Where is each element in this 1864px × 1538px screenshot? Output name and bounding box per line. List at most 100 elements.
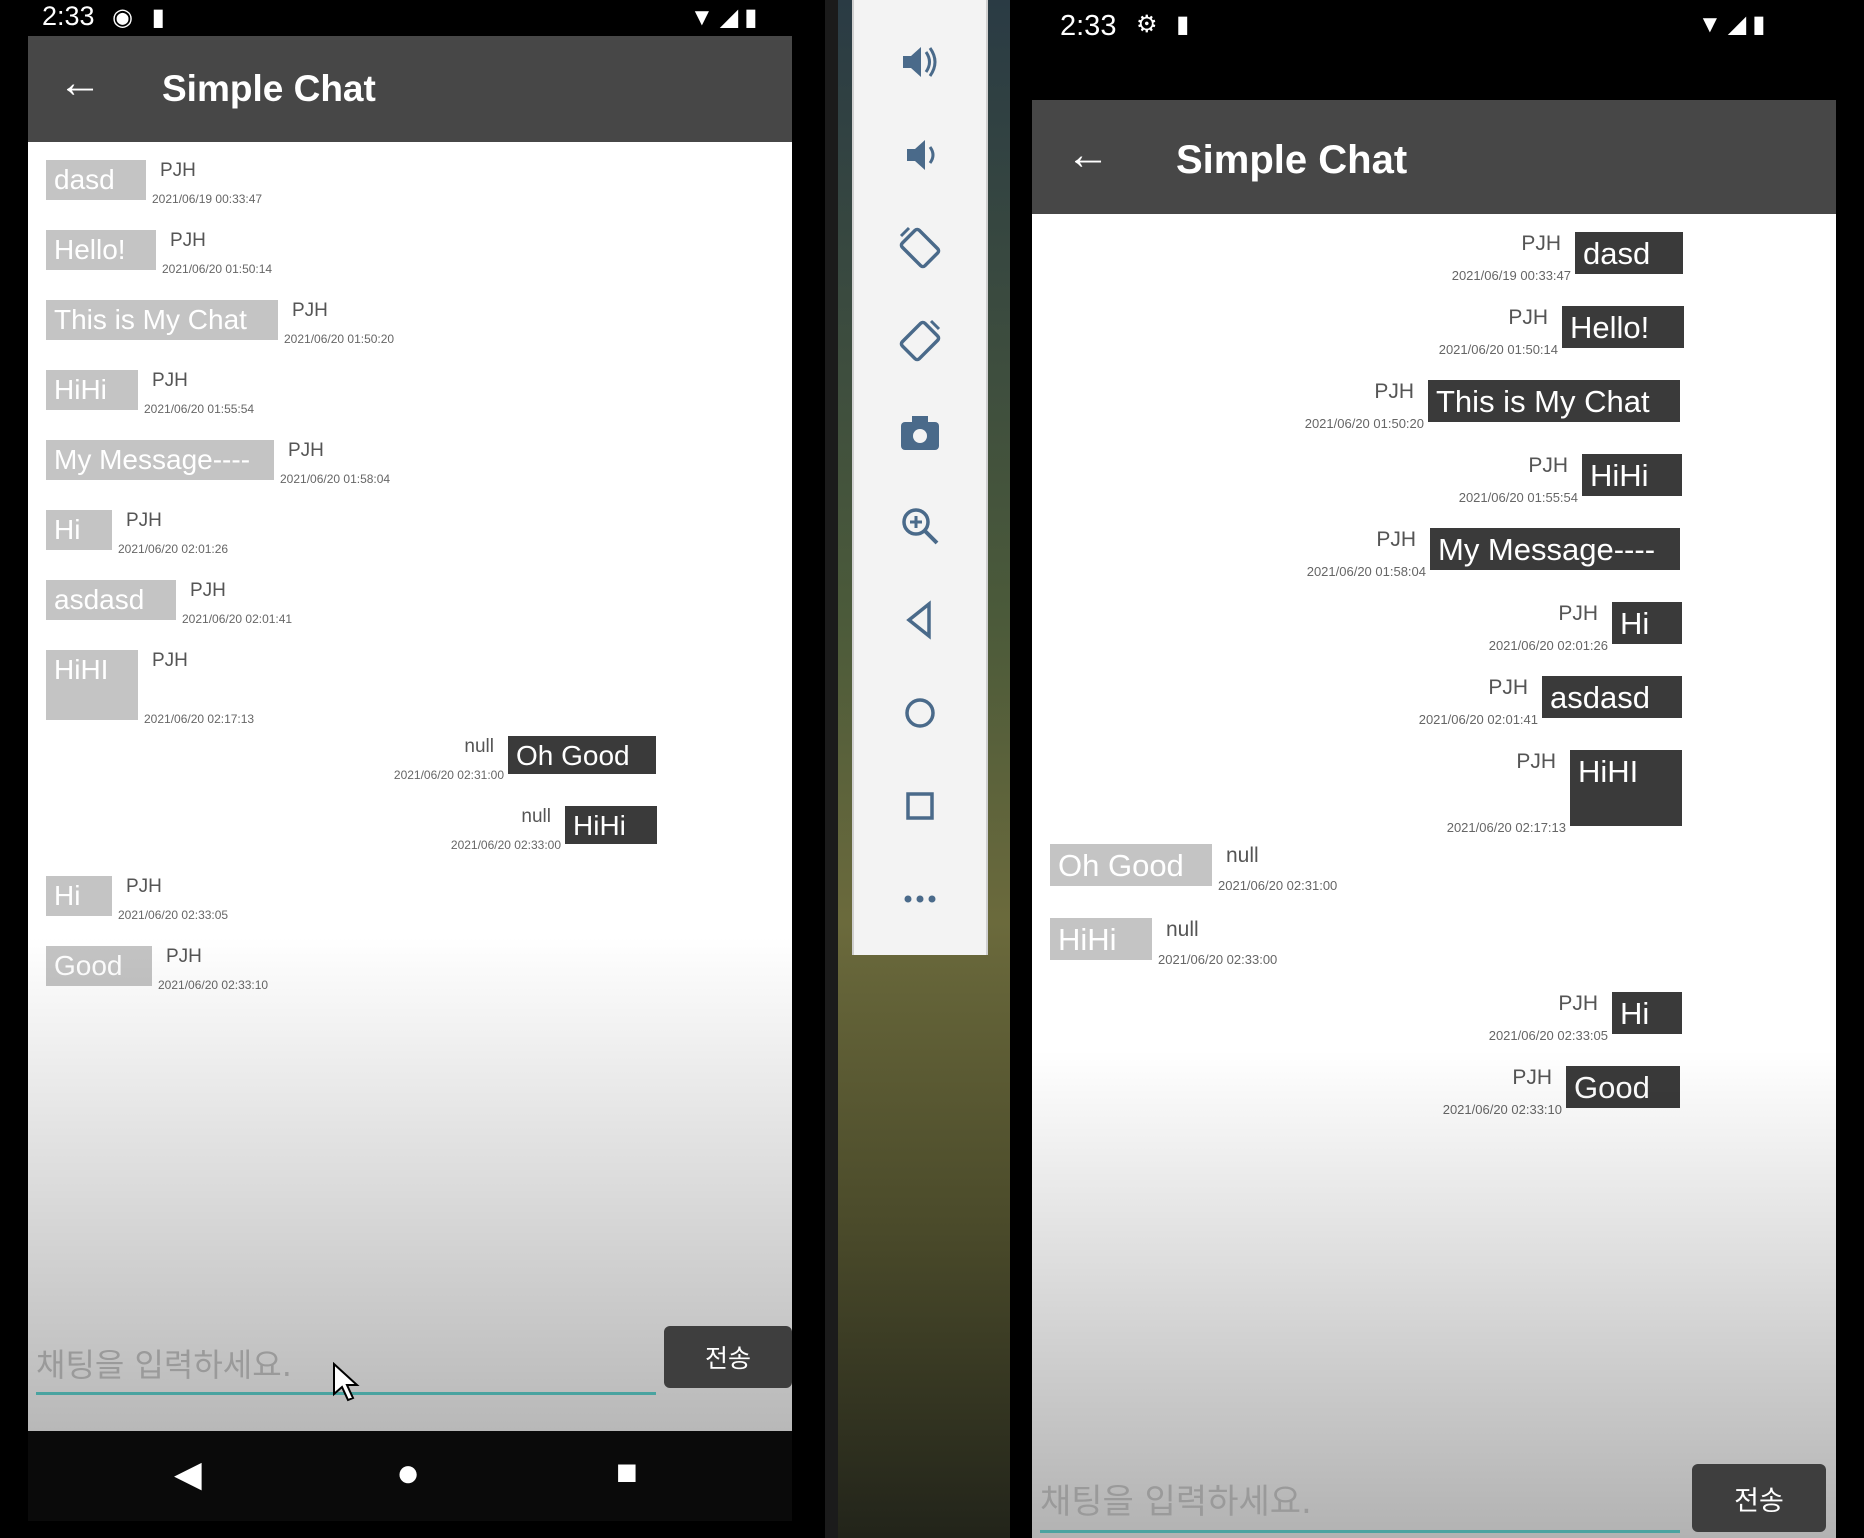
more-icon[interactable] (854, 864, 986, 934)
message-row: Hi PJH 2021/06/20 02:01:26 (1032, 602, 1836, 668)
home-icon[interactable] (854, 678, 986, 748)
message-bubble: HiHi (565, 806, 657, 844)
message-timestamp: 2021/06/20 01:50:14 (1438, 342, 1558, 357)
message-timestamp: 2021/06/20 02:33:00 (450, 838, 561, 852)
message-timestamp: 2021/06/20 02:01:41 (182, 612, 293, 626)
message-sender: PJH (292, 300, 328, 321)
message-timestamp: 2021/06/20 02:01:26 (1488, 638, 1608, 653)
status-bar: 2:33 ◉ ▮ ▼◢▮ (0, 0, 825, 36)
nav-home-icon[interactable]: ● (396, 1451, 420, 1496)
chat-input[interactable] (1040, 1474, 1680, 1533)
status-right-icons: ▼◢▮ (1698, 11, 1772, 38)
message-sender: null (521, 806, 551, 827)
app-bar: ← Simple Chat (1032, 100, 1836, 214)
message-timestamp: 2021/06/20 02:31:00 (393, 768, 504, 782)
message-bubble: dasd (46, 160, 146, 200)
message-sender: null (464, 736, 494, 757)
message-bubble: Good (46, 946, 152, 986)
message-timestamp: 2021/06/19 00:33:47 (152, 192, 263, 206)
message-bubble: Hello! (1562, 306, 1684, 348)
rotate-right-icon[interactable] (854, 306, 986, 376)
right-device: 2:33 ⚙ ▮ ▼◢▮ ← Simple Chat dasd PJH 2021/0… (1010, 0, 1864, 1538)
message-bubble: Oh Good (1050, 844, 1212, 886)
message-sender: PJH (170, 230, 206, 251)
message-row: This is My Chat PJH 2021/06/20 01:50:20 (1032, 380, 1836, 446)
message-sender: PJH (1508, 306, 1548, 329)
message-row: Oh Good null 2021/06/20 02:31:00 (28, 736, 792, 798)
message-sender: PJH (126, 876, 162, 897)
message-sender: PJH (160, 160, 196, 181)
message-row: dasd PJH 2021/06/19 00:33:47 (28, 160, 792, 224)
message-row: asdasd PJH 2021/06/20 02:01:41 (1032, 676, 1836, 742)
emulator-toolbar (852, 0, 988, 955)
message-bubble: Hi (46, 876, 112, 916)
message-row: Hi PJH 2021/06/20 02:33:05 (28, 876, 792, 940)
message-sender: null (1226, 844, 1259, 867)
app-title: Simple Chat (1176, 138, 1408, 182)
message-timestamp: 2021/06/20 02:01:26 (118, 542, 229, 556)
message-row: Good PJH 2021/06/20 02:33:10 (28, 946, 792, 1010)
message-timestamp: 2021/06/20 01:50:20 (1304, 416, 1424, 431)
message-bubble: Hi (1612, 992, 1682, 1034)
chat-list[interactable]: dasd PJH 2021/06/19 00:33:47 Hello! PJH 2021/… (1032, 214, 1836, 1414)
message-timestamp: 2021/06/20 02:33:10 (1442, 1102, 1562, 1117)
message-row: HiHi null 2021/06/20 02:33:00 (28, 806, 792, 868)
message-timestamp: 2021/06/20 02:33:05 (1488, 1028, 1608, 1043)
zoom-icon[interactable] (854, 492, 986, 562)
message-sender: PJH (1512, 1066, 1552, 1089)
message-bubble: HiHi (1582, 454, 1682, 496)
message-sender: PJH (152, 370, 188, 391)
status-left-icons: ◉ ▮ (112, 4, 171, 31)
volume-down-icon[interactable] (854, 120, 986, 190)
back-icon[interactable] (854, 585, 986, 655)
message-row: asdasd PJH 2021/06/20 02:01:41 (28, 580, 792, 644)
nav-back-icon[interactable]: ◀ (174, 1453, 202, 1495)
message-bubble: My Message---- (1430, 528, 1680, 570)
message-timestamp: 2021/06/20 01:58:04 (280, 472, 391, 486)
send-button[interactable]: 전송 (1692, 1464, 1826, 1532)
message-timestamp: 2021/06/20 02:33:05 (118, 908, 229, 922)
nav-overview-icon[interactable]: ■ (616, 1451, 638, 1493)
message-timestamp: 2021/06/20 01:58:04 (1306, 564, 1426, 579)
message-timestamp: 2021/06/20 02:33:10 (158, 978, 269, 992)
volume-up-icon[interactable] (854, 27, 986, 97)
app-bar: ← Simple Chat (28, 36, 792, 142)
message-bubble: Hello! (46, 230, 156, 270)
message-bubble: asdasd (1542, 676, 1682, 718)
message-timestamp: 2021/06/19 00:33:47 (1451, 268, 1571, 283)
back-arrow-icon[interactable]: ← (58, 58, 102, 108)
navigation-bar: ◀ ● ■ (28, 1431, 792, 1521)
message-bubble: This is My Chat (1428, 380, 1680, 422)
message-timestamp: 2021/06/20 02:33:00 (1158, 952, 1278, 967)
message-timestamp: 2021/06/20 02:17:13 (144, 712, 255, 726)
send-button[interactable]: 전송 (664, 1326, 792, 1388)
message-sender: PJH (1521, 232, 1561, 255)
message-row: My Message---- PJH 2021/06/20 01:58:04 (1032, 528, 1836, 594)
message-sender: PJH (190, 580, 226, 601)
rotate-left-icon[interactable] (854, 213, 986, 283)
message-row: Hi PJH 2021/06/20 02:33:05 (1032, 992, 1836, 1058)
input-area: 전송 (1032, 1460, 1836, 1538)
message-sender: PJH (1516, 750, 1556, 773)
message-bubble: This is My Chat (46, 300, 278, 340)
overview-icon[interactable] (854, 771, 986, 841)
message-timestamp: 2021/06/20 01:55:54 (144, 402, 255, 416)
message-timestamp: 2021/06/20 02:31:00 (1218, 878, 1338, 893)
message-bubble: HiHi (1050, 918, 1152, 960)
message-sender: null (1166, 918, 1199, 941)
message-row: HiHI PJH 2021/06/20 02:17:13 (1032, 750, 1836, 850)
camera-icon[interactable] (854, 399, 986, 469)
message-sender: PJH (1558, 602, 1598, 625)
message-sender: PJH (126, 510, 162, 531)
back-arrow-icon[interactable]: ← (1066, 130, 1110, 180)
message-row: Hello! PJH 2021/06/20 01:50:14 (28, 230, 792, 294)
message-bubble: Hi (1612, 602, 1682, 644)
message-sender: PJH (1528, 454, 1568, 477)
message-timestamp: 2021/06/20 02:17:13 (1446, 820, 1566, 835)
chat-list[interactable]: dasd PJH 2021/06/19 00:33:47 Hello! PJH 2021/… (28, 142, 792, 1322)
message-timestamp: 2021/06/20 02:01:41 (1418, 712, 1538, 727)
message-bubble: HiHI (46, 650, 138, 720)
message-sender: PJH (152, 650, 188, 671)
message-sender: PJH (1374, 380, 1414, 403)
left-device: 2:33 ◉ ▮ ▼◢▮ ← Simple Chat dasd PJH 2021/0… (0, 0, 825, 1538)
